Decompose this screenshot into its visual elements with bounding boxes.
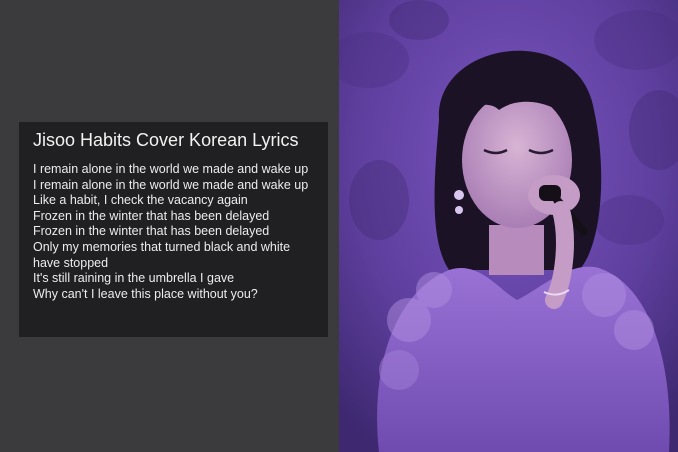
composite-image: Jisoo Habits Cover Korean Lyrics I remai… xyxy=(0,0,678,452)
singer-photo xyxy=(339,0,678,452)
card-title: Jisoo Habits Cover Korean Lyrics xyxy=(33,130,299,150)
lyric-line: Only my memories that turned black and w… xyxy=(33,239,291,270)
lyrics-list: I remain alone in the world we made and … xyxy=(33,162,318,302)
lyric-line: I remain alone in the world we made and … xyxy=(33,162,309,176)
lyrics-card: Jisoo Habits Cover Korean Lyrics I remai… xyxy=(19,122,328,337)
lyric-line: Frozen in the winter that has been delay… xyxy=(33,224,270,239)
lyric-line: I remain alone in the world we made and … xyxy=(33,177,309,192)
lyric-line: Why can't I leave this place without you… xyxy=(33,286,258,301)
lyric-line: Frozen in the winter that has been delay… xyxy=(33,208,270,223)
lyric-line: Like a habit, I check the vacancy again xyxy=(33,193,248,208)
left-panel: Jisoo Habits Cover Korean Lyrics I remai… xyxy=(0,0,339,452)
left-earring-drop xyxy=(455,206,463,214)
neck xyxy=(489,225,544,275)
lyric-line: It's still raining in the umbrella I gav… xyxy=(33,271,235,286)
arm xyxy=(545,201,574,309)
singer-illustration xyxy=(339,0,678,452)
left-earring xyxy=(454,190,464,200)
